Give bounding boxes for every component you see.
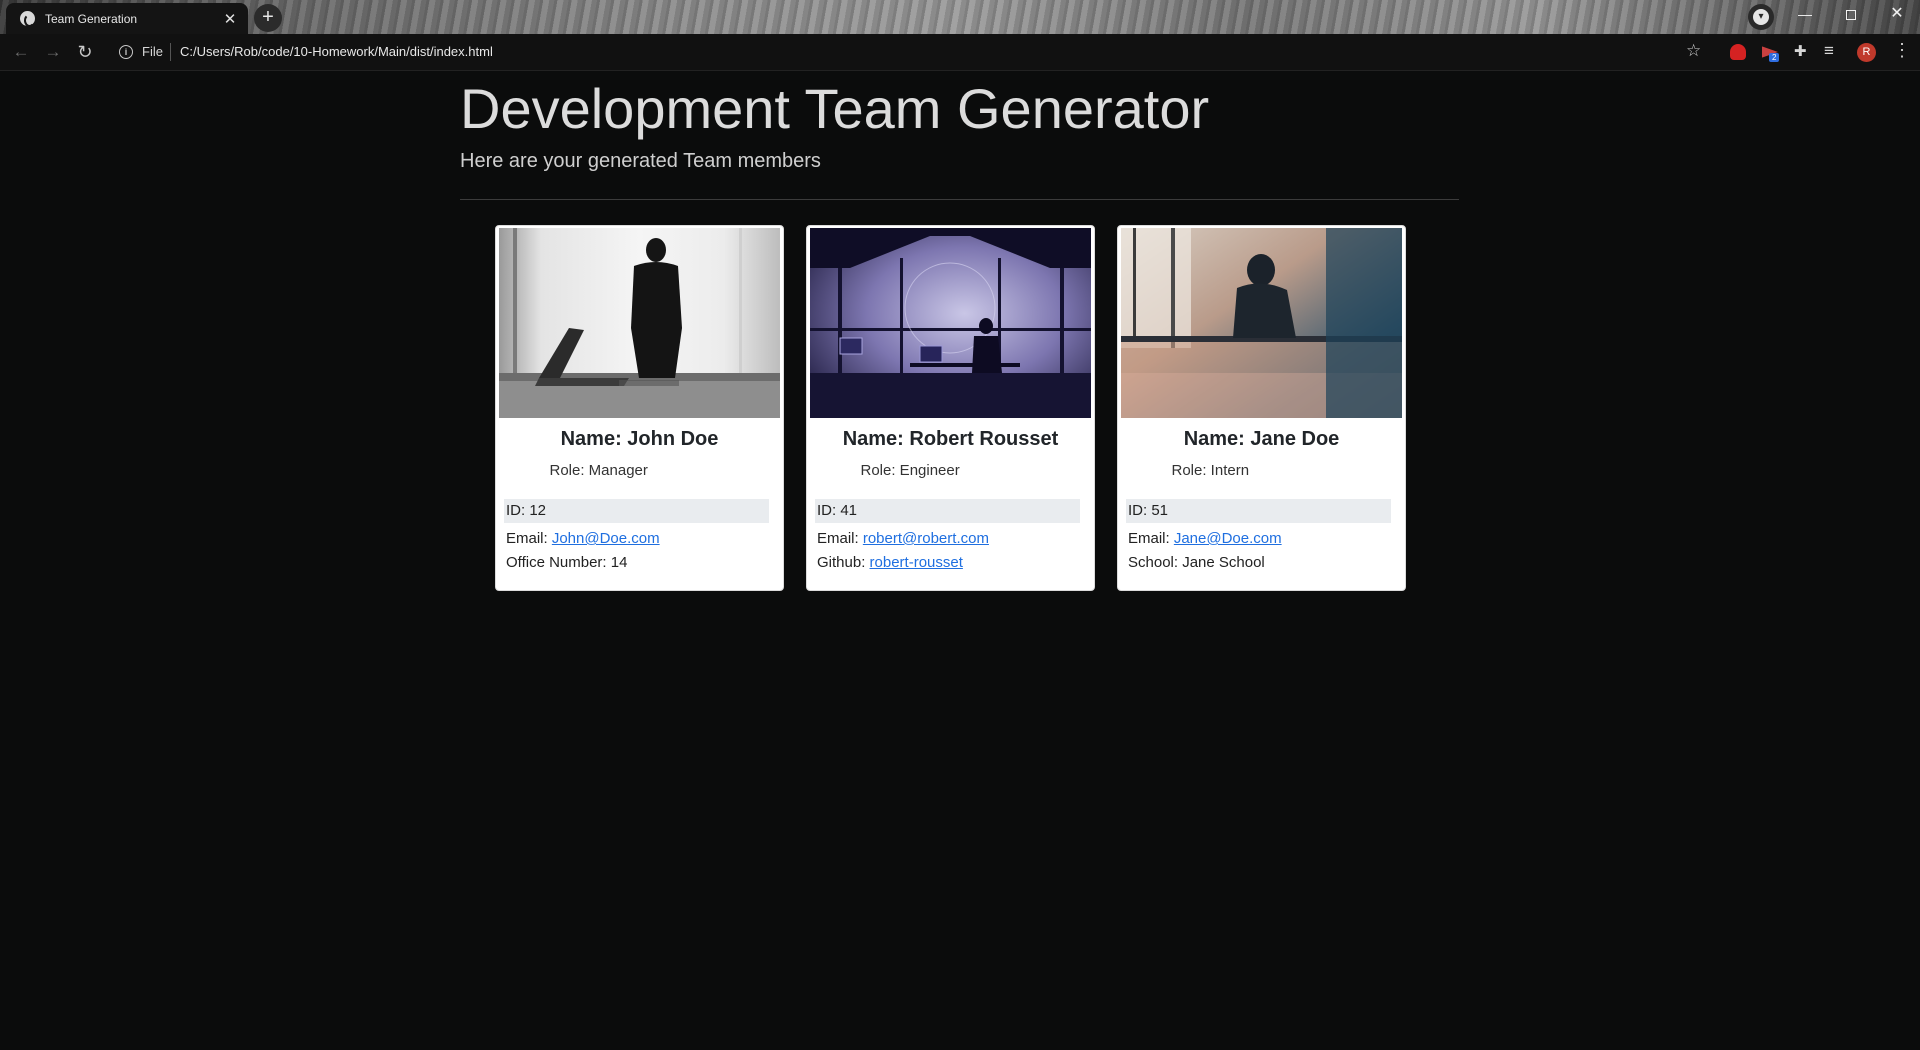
- manager-photo: [499, 228, 780, 418]
- card-role: Role: Manager: [549, 462, 648, 479]
- tab-search-button[interactable]: ▾: [1748, 4, 1774, 30]
- forward-arrow-icon[interactable]: →: [42, 41, 64, 63]
- card-name: Name: John Doe: [560, 428, 719, 450]
- email-link[interactable]: robert@robert.com: [863, 530, 989, 547]
- chevron-down-icon: ▾: [1753, 9, 1769, 25]
- globe-icon: [20, 11, 35, 27]
- card-email-row: Email: John@Doe.com: [506, 530, 660, 547]
- email-label: Email:: [1128, 530, 1174, 547]
- info-icon[interactable]: i: [119, 45, 133, 59]
- back-arrow-icon[interactable]: ←: [10, 41, 32, 63]
- address-bar[interactable]: C:/Users/Rob/code/10-Homework/Main/dist/…: [180, 44, 493, 59]
- extension-badge: 2: [1769, 53, 1780, 62]
- card-id: ID: 41: [815, 499, 1080, 523]
- card-id: ID: 51: [1126, 499, 1391, 523]
- media-queue-icon[interactable]: ≡: [1824, 41, 1834, 61]
- email-link[interactable]: Jane@Doe.com: [1174, 530, 1282, 547]
- tab-close-icon[interactable]: ✕: [220, 10, 240, 28]
- github-link[interactable]: robert-rousset: [870, 554, 963, 571]
- office-number: Office Number: 14: [506, 554, 628, 571]
- card-name: Name: Robert Rousset: [842, 428, 1059, 450]
- card-role: Role: Engineer: [860, 462, 960, 479]
- new-tab-button[interactable]: +: [254, 4, 282, 32]
- maximize-button[interactable]: [1828, 0, 1874, 30]
- engineer-photo: [810, 228, 1091, 418]
- page-title: Development Team Generator: [460, 77, 1210, 140]
- extensions-puzzle-icon[interactable]: ✚: [1794, 42, 1807, 60]
- card-email-row: Email: Jane@Doe.com: [1128, 530, 1282, 547]
- bookmark-star-icon[interactable]: ☆: [1686, 41, 1701, 61]
- url-divider: [170, 43, 171, 61]
- card-name: Name: Jane Doe: [1183, 428, 1340, 450]
- intern-photo: [1121, 228, 1402, 418]
- team-card-manager: Name: John Doe Role: Manager ID: 12 Emai…: [495, 225, 784, 591]
- card-github-row: Github: robert-rousset: [817, 554, 963, 571]
- page-content: Development Team Generator Here are your…: [0, 71, 1920, 1050]
- extension-hand-icon[interactable]: [1730, 44, 1746, 60]
- close-window-button[interactable]: ✕: [1874, 0, 1920, 30]
- browser-toolbar: ← → ↻ i File C:/Users/Rob/code/10-Homewo…: [0, 34, 1920, 71]
- reload-icon[interactable]: ↻: [74, 41, 96, 63]
- tab-title: Team Generation: [45, 11, 138, 26]
- kebab-menu-icon[interactable]: ⋮: [1893, 40, 1911, 61]
- team-card-engineer: Name: Robert Rousset Role: Engineer ID: …: [806, 225, 1095, 591]
- page-subtitle: Here are your generated Team members: [460, 150, 821, 172]
- email-link[interactable]: John@Doe.com: [552, 530, 660, 547]
- browser-tab[interactable]: Team Generation ✕: [6, 3, 248, 34]
- github-label: Github:: [817, 554, 870, 571]
- url-scheme-label[interactable]: File: [142, 44, 163, 59]
- card-role: Role: Intern: [1171, 462, 1250, 479]
- school: School: Jane School: [1128, 554, 1265, 571]
- browser-titlebar: [0, 0, 1920, 34]
- minimize-button[interactable]: —: [1782, 0, 1828, 30]
- team-card-intern: Name: Jane Doe Role: Intern ID: 51 Email…: [1117, 225, 1406, 591]
- email-label: Email:: [817, 530, 863, 547]
- email-label: Email:: [506, 530, 552, 547]
- profile-avatar[interactable]: R: [1857, 43, 1876, 62]
- divider: [460, 199, 1459, 200]
- card-id: ID: 12: [504, 499, 769, 523]
- card-email-row: Email: robert@robert.com: [817, 530, 989, 547]
